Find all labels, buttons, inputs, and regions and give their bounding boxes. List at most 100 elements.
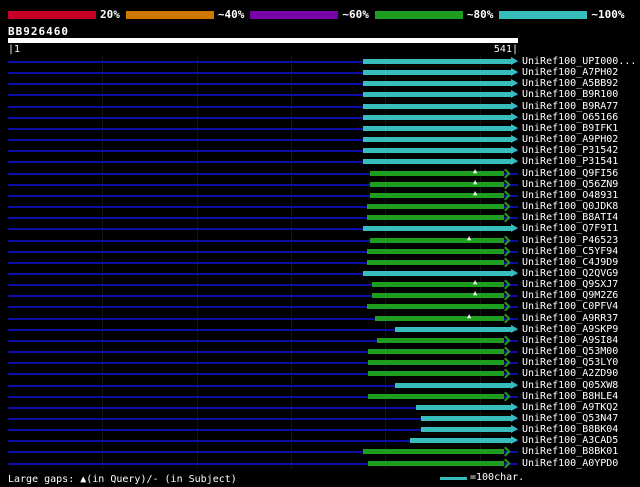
hit-label[interactable]: UniRef100_Q53LY0 <box>522 357 618 368</box>
hit-label[interactable]: UniRef100_Q56ZN9 <box>522 179 618 190</box>
hit-label[interactable]: UniRef100_C4J9D9 <box>522 257 618 268</box>
hit-bar[interactable] <box>363 125 511 131</box>
hit-bar[interactable] <box>372 293 504 299</box>
hit-label[interactable]: UniRef100_Q53N47 <box>522 413 618 424</box>
alignment-row: UniRef100_A0YPD0 <box>0 458 640 469</box>
hit-label[interactable]: UniRef100_B8ATI4 <box>522 212 618 223</box>
hit-label[interactable]: UniRef100_P31542 <box>522 145 618 156</box>
hit-label[interactable]: UniRef100_O65166 <box>522 112 618 123</box>
hit-bar[interactable] <box>363 226 511 232</box>
hit-label[interactable]: UniRef100_A9PH02 <box>522 134 618 145</box>
ruler-end-label: 541| <box>493 44 518 55</box>
hit-bar[interactable] <box>368 371 504 377</box>
alignment-row: UniRef100_Q05XW8 <box>0 380 640 391</box>
scale-line-icon <box>440 476 467 480</box>
hit-label[interactable]: UniRef100_A5BB92 <box>522 78 618 89</box>
hit-label[interactable]: UniRef100_A9RR37 <box>522 313 618 324</box>
hit-label[interactable]: UniRef100_P31541 <box>522 156 618 167</box>
hit-bar[interactable] <box>363 70 511 76</box>
alignment-row: UniRef100_B8HLE4 <box>0 391 640 402</box>
alignment-row: UniRef100_C0PFV4 <box>0 301 640 312</box>
hit-bar[interactable] <box>363 137 511 143</box>
footer: Large gaps: ▲(in Query)/- (in Subject) =… <box>0 471 640 487</box>
hit-label[interactable]: UniRef100_A9SKP9 <box>522 324 618 335</box>
ruler: |1 541| <box>8 44 518 55</box>
hit-bar[interactable] <box>368 360 504 366</box>
hit-label[interactable]: UniRef100_B9IFK1 <box>522 123 618 134</box>
hit-label[interactable]: UniRef100_C5YF94 <box>522 246 618 257</box>
hit-label[interactable]: UniRef100_B9R100 <box>522 89 618 100</box>
scale-label: =100char. <box>470 472 525 483</box>
alignment-row: UniRef100_Q0JDK8 <box>0 201 640 212</box>
hit-bar[interactable] <box>377 337 504 343</box>
hit-bar[interactable] <box>395 326 511 332</box>
hit-arrowhead-icon <box>500 447 511 457</box>
colorbar-segment <box>250 10 339 19</box>
hit-bar[interactable] <box>363 114 511 120</box>
hit-label[interactable]: UniRef100_B8HLE4 <box>522 391 618 402</box>
alignment-row: ▲ UniRef100_Q9M2Z6 <box>0 289 640 301</box>
gap-legend: Large gaps: ▲(in Query)/- (in Subject) <box>8 474 237 485</box>
hit-bar[interactable] <box>367 304 504 310</box>
hit-label[interactable]: UniRef100_Q05XW8 <box>522 380 618 391</box>
hit-bar[interactable] <box>363 92 511 98</box>
hit-label[interactable]: UniRef100_Q53M00 <box>522 346 618 357</box>
hit-bar[interactable] <box>370 192 504 198</box>
hit-label[interactable]: UniRef100_Q7F9I1 <box>522 223 618 234</box>
hit-bar[interactable] <box>368 460 504 466</box>
hit-bar[interactable] <box>368 349 504 355</box>
hit-bar[interactable] <box>363 449 504 455</box>
hit-label[interactable]: UniRef100_Q9FI56 <box>522 168 618 179</box>
hit-label[interactable]: UniRef100_A2ZD90 <box>522 368 618 379</box>
hit-label[interactable]: UniRef100_A9SI84 <box>522 335 618 346</box>
hit-label[interactable]: UniRef100_A9TKQ2 <box>522 402 618 413</box>
hit-label[interactable]: UniRef100_B8BK04 <box>522 424 618 435</box>
colorbar-segment <box>374 10 463 19</box>
hit-label[interactable]: UniRef100_C0PFV4 <box>522 301 618 312</box>
hit-label[interactable]: UniRef100_A0YPD0 <box>522 458 618 469</box>
hit-bar[interactable] <box>416 404 511 410</box>
hit-label[interactable]: UniRef100_Q0JDK8 <box>522 201 618 212</box>
scale-legend: =100char. <box>440 471 524 485</box>
hit-arrowhead-icon <box>500 290 511 301</box>
hit-bar[interactable] <box>410 438 511 444</box>
hit-bar[interactable] <box>421 427 511 433</box>
hit-bar[interactable] <box>363 103 511 109</box>
hit-label[interactable]: UniRef100_B9RA77 <box>522 101 618 112</box>
query-gap-marker-icon: ▲ <box>473 278 478 287</box>
hit-bar[interactable] <box>367 259 504 265</box>
hit-bar[interactable] <box>363 270 511 276</box>
hit-bar[interactable] <box>363 148 511 154</box>
hit-bar[interactable] <box>363 59 511 64</box>
hit-bar[interactable] <box>370 237 504 243</box>
hit-bar[interactable] <box>421 416 511 421</box>
hit-bar[interactable] <box>363 81 511 87</box>
hit-label[interactable]: UniRef100_Q9M2Z6 <box>522 290 618 301</box>
hit-bar[interactable] <box>395 382 511 388</box>
hit-label[interactable]: UniRef100_Q2QVG9 <box>522 268 618 279</box>
hit-arrowhead-icon <box>511 146 518 155</box>
hit-bar[interactable] <box>367 204 504 210</box>
hit-label[interactable]: UniRef100_A3CAD5 <box>522 435 618 446</box>
hit-label[interactable]: UniRef100_O48931 <box>522 190 618 201</box>
hit-bar[interactable] <box>367 215 504 221</box>
hit-arrowhead-icon <box>511 123 518 132</box>
hit-bar[interactable] <box>370 181 504 187</box>
hit-arrowhead-icon <box>500 368 511 379</box>
hit-bar[interactable] <box>370 170 504 176</box>
hit-label[interactable]: UniRef100_P46523 <box>522 235 618 246</box>
hit-bar[interactable] <box>367 248 504 254</box>
alignment-row: UniRef100_B8BK04 <box>0 424 640 435</box>
hit-label[interactable]: UniRef100_B8BK01 <box>522 446 618 457</box>
hit-bar[interactable] <box>372 282 504 288</box>
hit-bar[interactable] <box>375 315 504 321</box>
hit-arrowhead-icon <box>500 346 511 357</box>
hit-label[interactable]: UniRef100_A7PH02 <box>522 67 618 78</box>
hit-bar[interactable] <box>368 393 504 399</box>
alignment-row: UniRef100_B9IFK1 <box>0 123 640 134</box>
hit-bar[interactable] <box>363 159 511 165</box>
colorbar-segment <box>125 10 214 19</box>
hit-label[interactable]: UniRef100_Q9SXJ7 <box>522 279 618 290</box>
alignment-row: UniRef100_Q2QVG9 <box>0 268 640 279</box>
hit-label[interactable]: UniRef100_UPI000... <box>522 56 636 67</box>
